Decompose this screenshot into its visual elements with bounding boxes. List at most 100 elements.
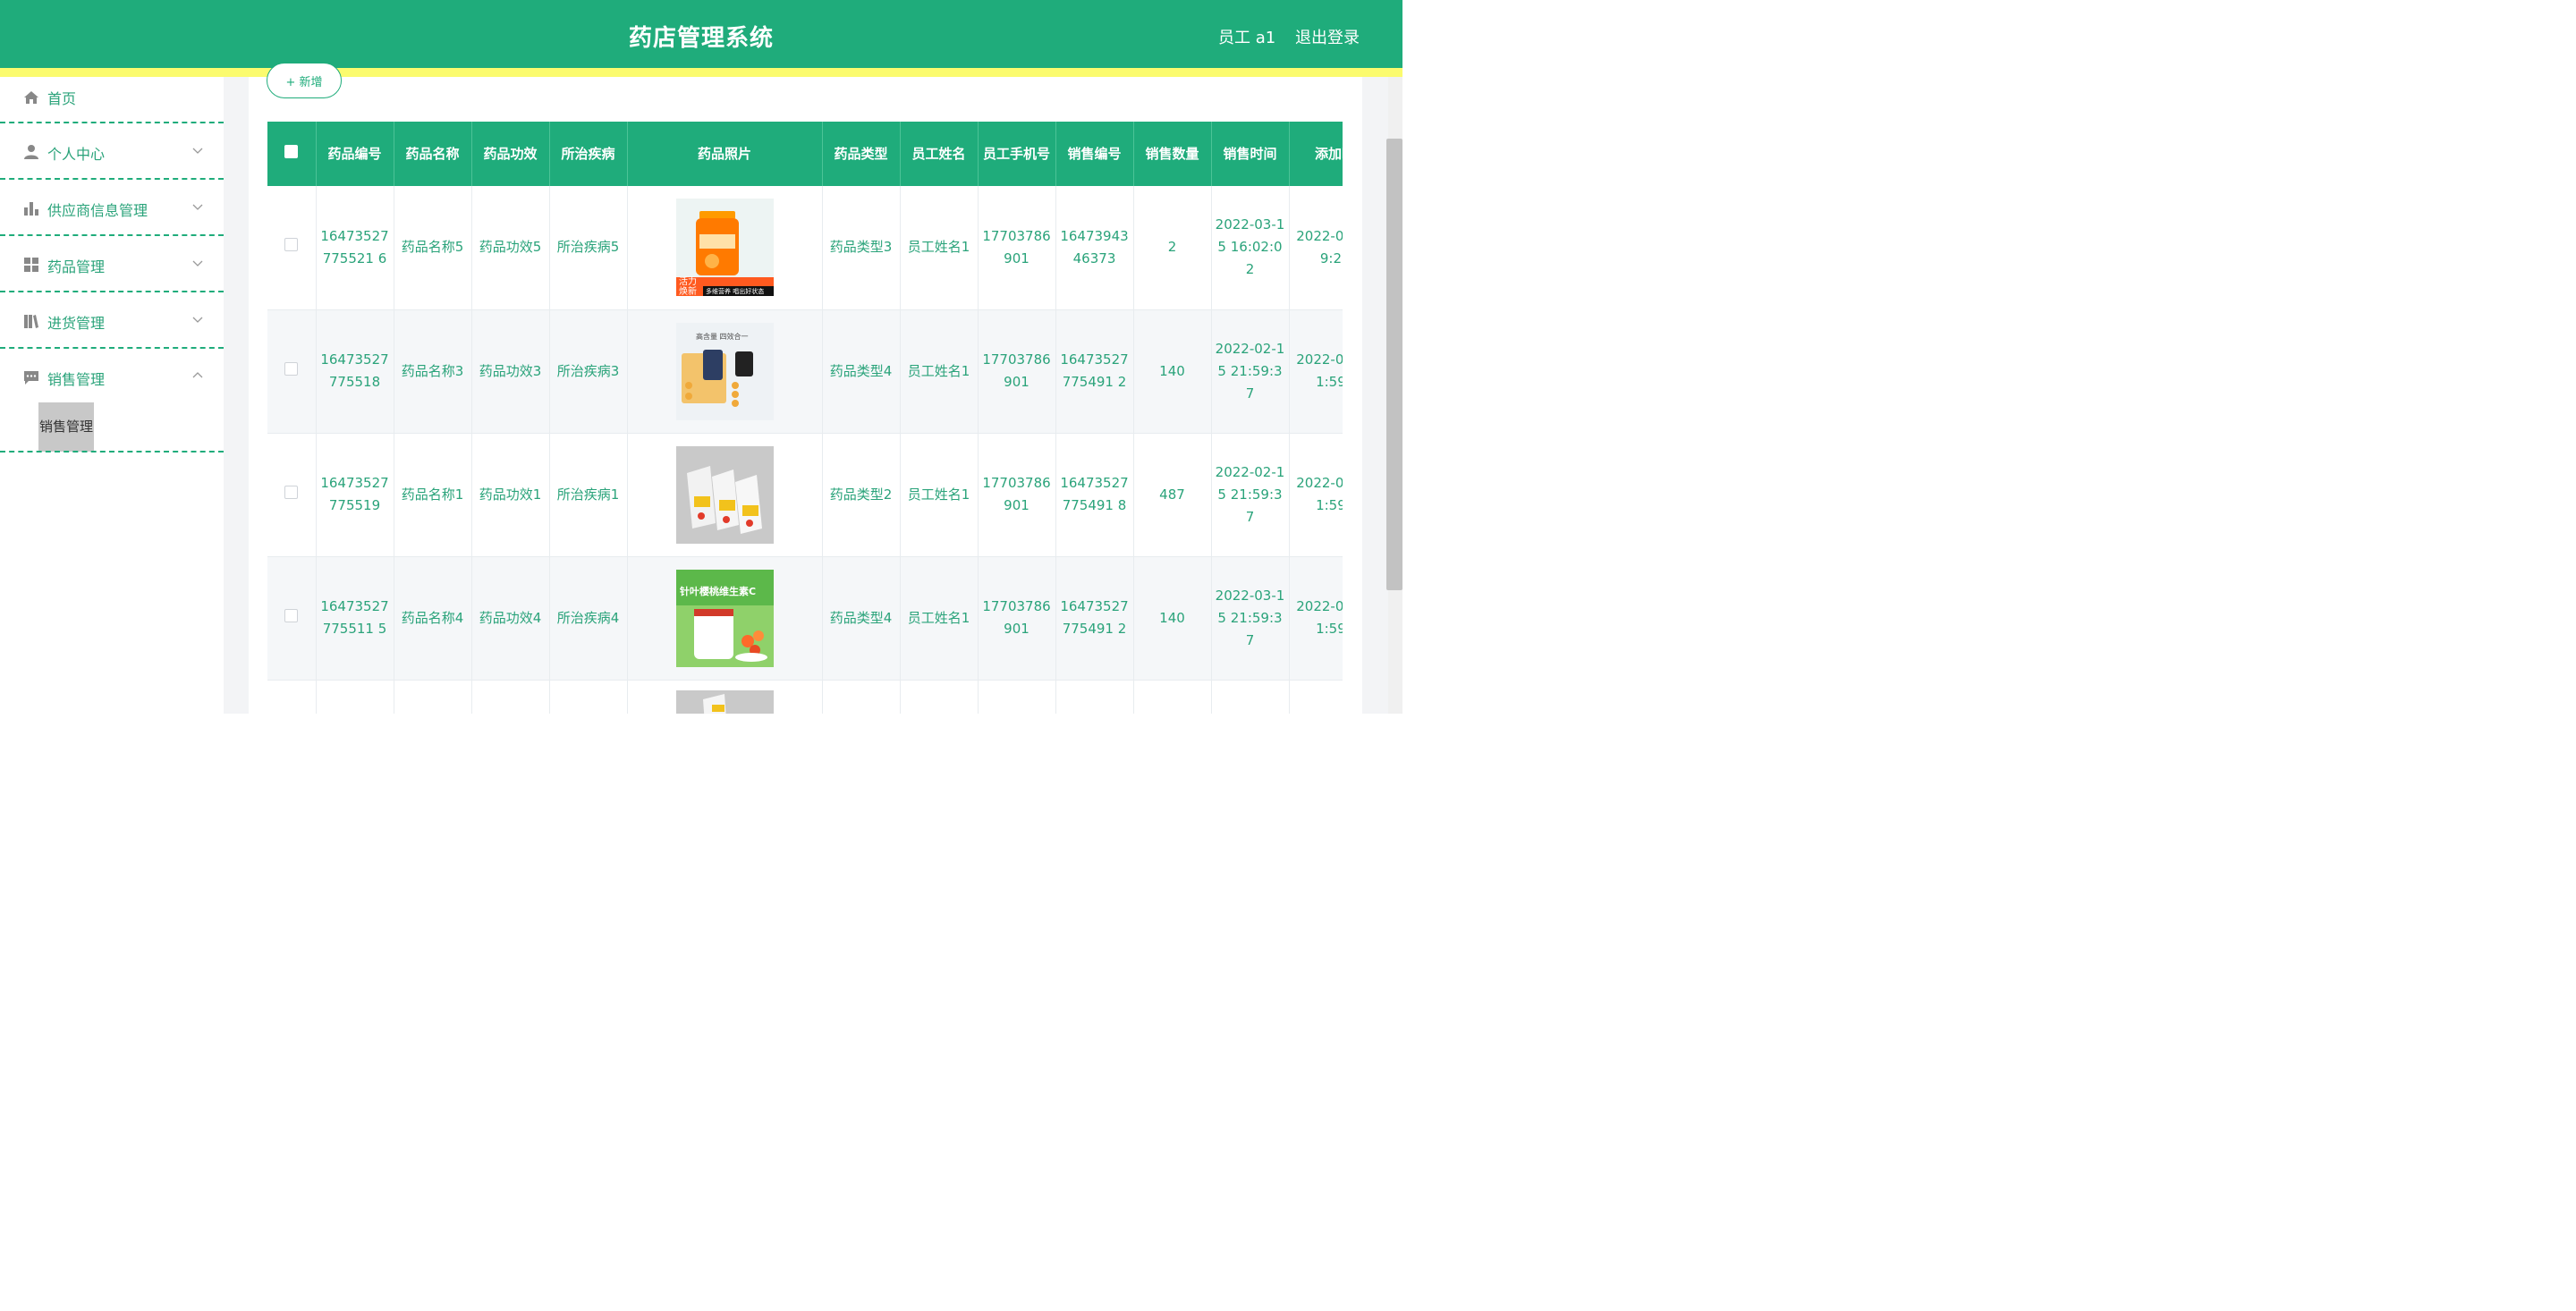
drug-photo[interactable]: 针叶樱桃维生素C (675, 569, 774, 667)
chevron-down-icon (192, 260, 203, 266)
sidebar-item-purchase[interactable]: 进货管理 (0, 292, 224, 349)
grid-icon (24, 258, 38, 272)
drug-effect-cell: 药品功效3 (471, 309, 550, 434)
chevron-down-icon (192, 204, 203, 210)
drug-photo[interactable]: 活力 焕新 多维营养 唱出好状态 (675, 199, 774, 297)
add-time-cell: 2022-03-15 21:59:37 (1289, 556, 1343, 681)
sale-quantity-cell (1133, 680, 1212, 714)
sidebar-item-label: 销售管理 (47, 371, 106, 388)
sale-time-cell: 2022-02-15 21:59:37 (1211, 433, 1290, 557)
column-header[interactable]: 药品编号 (316, 122, 394, 186)
sidebar-item-profile[interactable]: 个人中心 (0, 123, 224, 180)
table-row (267, 680, 1343, 714)
drug-name-cell: 药品名称1 (394, 433, 472, 557)
photo-cell: 活力 焕新 多维营养 唱出好状态 (627, 186, 823, 310)
chevron-down-icon (192, 148, 203, 154)
sale-number-cell (1055, 680, 1134, 714)
sale-time-cell (1211, 680, 1290, 714)
column-header[interactable]: 药品功效 (471, 122, 550, 186)
row-select-cell[interactable] (267, 309, 317, 434)
svg-text:针叶樱桃维生素C: 针叶樱桃维生素C (680, 585, 756, 597)
disease-cell: 所治疾病3 (549, 309, 628, 434)
photo-cell: 针叶樱桃维生素C (627, 556, 823, 681)
user-icon (24, 145, 38, 159)
staff-phone-cell: 17703786901 (978, 186, 1056, 310)
sales-table: 药品编号 药品名称 药品功效 所治疾病 药品照片 药品类型 员工姓名 员工手机号… (267, 122, 1343, 714)
drug-id-cell: 16473527775511 5 (316, 556, 394, 681)
add-time-cell: 2022-02-15 21:59:37 (1289, 433, 1343, 557)
chevron-up-icon (192, 372, 203, 378)
sidebar-item-sales[interactable]: 销售管理 (0, 349, 224, 405)
column-header[interactable]: 销售时间 (1211, 122, 1290, 186)
sidebar-item-home[interactable]: 首页 (0, 67, 224, 123)
photo-cell (627, 680, 823, 714)
column-header[interactable]: 药品名称 (394, 122, 472, 186)
staff-phone-cell (978, 680, 1056, 714)
drug-photo-image: 针叶樱桃维生素C (675, 569, 774, 667)
column-header[interactable]: 员工姓名 (900, 122, 979, 186)
books-icon (24, 315, 38, 328)
staff-name-cell: 员工姓名1 (900, 556, 979, 681)
drug-photo-image: 高含量 四效合一 (675, 322, 774, 420)
chat-icon (24, 371, 38, 385)
sidebar-item-label: 首页 (47, 90, 77, 107)
add-time-cell: 2022-03-16 09:2:51 (1289, 186, 1343, 310)
top-header: 药店管理系统 员工 a1 退出登录 (0, 0, 1402, 68)
add-time-cell: 2022-02-15 21:59:37 (1289, 309, 1343, 434)
sale-quantity-cell: 140 (1133, 309, 1212, 434)
staff-phone-cell: 17703786901 (978, 556, 1056, 681)
select-all-checkbox[interactable] (284, 145, 299, 158)
drug-name-cell: 药品名称5 (394, 186, 472, 310)
sale-quantity-cell: 2 (1133, 186, 1212, 310)
chevron-down-icon (192, 317, 203, 323)
staff-phone-cell: 17703786901 (978, 433, 1056, 557)
add-button[interactable]: + 新增 (267, 63, 342, 98)
drug-effect-cell: 药品功效1 (471, 433, 550, 557)
column-header[interactable]: 销售编号 (1055, 122, 1134, 186)
drug-photo[interactable] (675, 445, 774, 544)
logout-link[interactable]: 退出登录 (1295, 25, 1360, 48)
sidebar-item-drugs[interactable]: 药品管理 (0, 236, 224, 292)
drug-type-cell: 药品类型3 (822, 186, 901, 310)
disease-cell (549, 680, 628, 714)
submenu-item-sales[interactable]: 销售管理 (38, 402, 94, 452)
table-row: 16473527775521 6 药品名称5 药品功效5 所治疾病5 活力 焕新… (267, 186, 1343, 310)
row-select-cell[interactable] (267, 186, 317, 310)
divider (0, 451, 224, 453)
select-all-header[interactable] (267, 122, 317, 186)
drug-photo[interactable] (675, 689, 774, 714)
drug-photo-image (675, 445, 774, 544)
row-checkbox[interactable] (284, 485, 299, 499)
svg-text:焕新: 焕新 (679, 285, 697, 296)
table-header-row: 药品编号 药品名称 药品功效 所治疾病 药品照片 药品类型 员工姓名 员工手机号… (267, 122, 1343, 186)
page-scrollbar-thumb[interactable] (1386, 139, 1402, 590)
column-header[interactable]: 添加时间 (1289, 122, 1343, 186)
row-select-cell[interactable] (267, 680, 317, 714)
column-header[interactable]: 药品照片 (627, 122, 823, 186)
column-header[interactable]: 销售数量 (1133, 122, 1212, 186)
row-checkbox[interactable] (284, 361, 299, 376)
drug-effect-cell (471, 680, 550, 714)
sidebar-item-label: 药品管理 (47, 258, 106, 275)
sidebar: 首页 个人中心 供应商信息管理 药品管理 进货管理 销售管理 销售管理 (0, 77, 224, 714)
sale-number-cell: 1647394346373 (1055, 186, 1134, 310)
disease-cell: 所治疾病5 (549, 186, 628, 310)
drug-photo[interactable]: 高含量 四效合一 (675, 322, 774, 420)
row-checkbox[interactable] (284, 238, 299, 252)
column-header[interactable]: 员工手机号 (978, 122, 1056, 186)
current-user-label: 员工 a1 (1218, 29, 1276, 47)
column-header[interactable]: 药品类型 (822, 122, 901, 186)
disease-cell: 所治疾病1 (549, 433, 628, 557)
svg-text:多维营养 唱出好状态: 多维营养 唱出好状态 (706, 287, 764, 295)
column-header[interactable]: 所治疾病 (549, 122, 628, 186)
drug-name-cell: 药品名称4 (394, 556, 472, 681)
row-checkbox[interactable] (284, 608, 299, 622)
sidebar-item-supplier[interactable]: 供应商信息管理 (0, 180, 224, 236)
drug-type-cell: 药品类型4 (822, 309, 901, 434)
app-title: 药店管理系统 (628, 25, 774, 52)
row-select-cell[interactable] (267, 433, 317, 557)
drug-effect-cell: 药品功效5 (471, 186, 550, 310)
row-select-cell[interactable] (267, 556, 317, 681)
table-row: 16473527775511 5 药品名称4 药品功效4 所治疾病4 针叶樱桃维… (267, 556, 1343, 681)
drug-id-cell: 16473527775521 6 (316, 186, 394, 310)
